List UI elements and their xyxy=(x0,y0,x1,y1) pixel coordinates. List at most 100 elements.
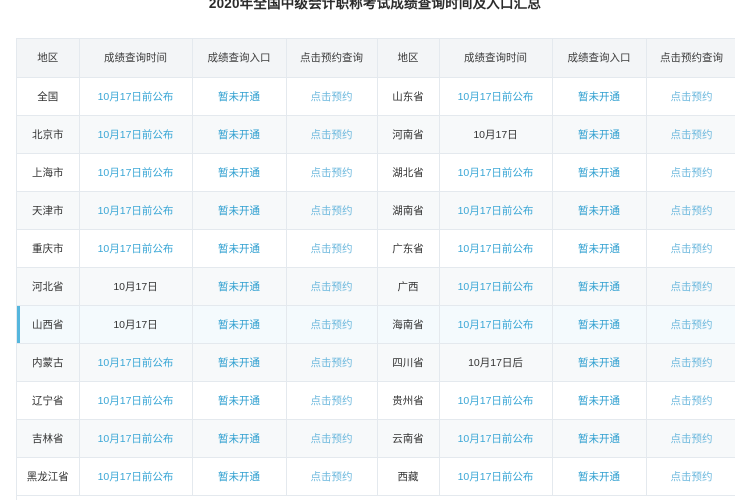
table-row[interactable]: 北京市 10月17日前公布 暂未开通 点击预约 河南省 10月17日 暂未开通 点击预约 xyxy=(17,115,735,154)
table-row[interactable]: 内蒙古 10月17日前公布 暂未开通 点击预约 四川省 10月17日后 暂未开通 点击预约 xyxy=(17,343,735,382)
cell-query-entry-link[interactable]: 暂未开通 xyxy=(192,343,287,382)
col-header-region-right: 地区 xyxy=(377,39,440,78)
cell-reserve-link[interactable]: 点击预约 xyxy=(286,419,378,458)
table-row[interactable]: 辽宁省 10月17日前公布 暂未开通 点击预约 贵州省 10月17日前公布 暂未开通 点击预约 xyxy=(17,381,735,420)
cell-query-time[interactable]: 10月17日前公布 xyxy=(439,305,553,344)
table-row[interactable]: 河北省 10月17日 暂未开通 点击预约 广西 10月17日前公布 暂未开通 点击预约 xyxy=(17,267,735,306)
cell-query-entry-link[interactable]: 暂未开通 xyxy=(192,267,287,306)
cell-query-time: 10月17日后 xyxy=(439,343,553,382)
table-row[interactable]: 山西省 10月17日 暂未开通 点击预约 海南省 10月17日前公布 暂未开通 点击预约 xyxy=(17,305,735,344)
cell-query-time[interactable]: 10月17日前公布 xyxy=(79,115,193,154)
cell-region: 上海市 xyxy=(17,153,80,192)
exam-score-query-table: 地区 成绩查询时间 成绩查询入口 点击预约查询 地区 成绩查询时间 成绩查询入口… xyxy=(17,39,735,496)
cell-reserve-link[interactable]: 点击预约 xyxy=(286,229,378,268)
cell-query-time[interactable]: 10月17日前公布 xyxy=(79,191,193,230)
cell-reserve-link[interactable]: 点击预约 xyxy=(646,267,735,306)
cell-region: 辽宁省 xyxy=(17,381,80,420)
table-row[interactable]: 上海市 10月17日前公布 暂未开通 点击预约 湖北省 10月17日前公布 暂未开通 点击预约 xyxy=(17,153,735,192)
cell-reserve-link[interactable]: 点击预约 xyxy=(646,229,735,268)
cell-region: 内蒙古 xyxy=(17,343,80,382)
cell-query-time[interactable]: 10月17日前公布 xyxy=(79,77,193,116)
cell-query-entry-link[interactable]: 暂未开通 xyxy=(192,229,287,268)
cell-reserve-link[interactable]: 点击预约 xyxy=(286,115,378,154)
cell-reserve-link[interactable]: 点击预约 xyxy=(646,457,735,496)
cell-query-time[interactable]: 10月17日前公布 xyxy=(439,267,553,306)
cell-query-entry-link[interactable]: 暂未开通 xyxy=(552,419,647,458)
table-row[interactable]: 全国 10月17日前公布 暂未开通 点击预约 山东省 10月17日前公布 暂未开通 点击预约 xyxy=(17,77,735,116)
cell-region: 西藏 xyxy=(377,457,440,496)
cell-query-entry-link[interactable]: 暂未开通 xyxy=(192,419,287,458)
cell-query-time[interactable]: 10月17日前公布 xyxy=(439,419,553,458)
cell-region: 重庆市 xyxy=(17,229,80,268)
cell-query-entry-link[interactable]: 暂未开通 xyxy=(192,153,287,192)
cell-region: 四川省 xyxy=(377,343,440,382)
cell-reserve-link[interactable]: 点击预约 xyxy=(646,419,735,458)
cell-query-time[interactable]: 10月17日前公布 xyxy=(439,229,553,268)
cell-region: 湖北省 xyxy=(377,153,440,192)
cell-reserve-link[interactable]: 点击预约 xyxy=(646,153,735,192)
cell-reserve-link[interactable]: 点击预约 xyxy=(286,153,378,192)
cell-region: 全国 xyxy=(17,77,80,116)
cell-query-entry-link[interactable]: 暂未开通 xyxy=(552,153,647,192)
col-header-query-time-left: 成绩查询时间 xyxy=(79,39,193,78)
cell-reserve-link[interactable]: 点击预约 xyxy=(286,77,378,116)
cell-query-entry-link[interactable]: 暂未开通 xyxy=(192,115,287,154)
cell-query-time[interactable]: 10月17日前公布 xyxy=(79,343,193,382)
cell-query-time[interactable]: 10月17日前公布 xyxy=(79,457,193,496)
cell-query-time[interactable]: 10月17日前公布 xyxy=(79,229,193,268)
cell-region: 云南省 xyxy=(377,419,440,458)
cell-region: 河南省 xyxy=(377,115,440,154)
cell-region: 广西 xyxy=(377,267,440,306)
cell-query-entry-link[interactable]: 暂未开通 xyxy=(192,381,287,420)
page-root: 2020年全国中级会计职称考试成绩查询时间及入口汇总 地区 成绩查询时间 成绩查… xyxy=(0,0,750,500)
cell-query-time[interactable]: 10月17日前公布 xyxy=(439,153,553,192)
cell-query-entry-link[interactable]: 暂未开通 xyxy=(552,115,647,154)
cell-query-entry-link[interactable]: 暂未开通 xyxy=(192,77,287,116)
table-row[interactable]: 黑龙江省 10月17日前公布 暂未开通 点击预约 西藏 10月17日前公布 暂未开通 点击预约 xyxy=(17,457,735,496)
cell-reserve-link[interactable]: 点击预约 xyxy=(646,77,735,116)
cell-reserve-link[interactable]: 点击预约 xyxy=(286,305,378,344)
cell-query-entry-link[interactable]: 暂未开通 xyxy=(552,229,647,268)
table-row[interactable]: 吉林省 10月17日前公布 暂未开通 点击预约 云南省 10月17日前公布 暂未开通 点击预约 xyxy=(17,419,735,458)
cell-query-entry-link[interactable]: 暂未开通 xyxy=(192,191,287,230)
cell-region: 贵州省 xyxy=(377,381,440,420)
cell-query-time[interactable]: 10月17日前公布 xyxy=(79,153,193,192)
cell-query-entry-link[interactable]: 暂未开通 xyxy=(552,381,647,420)
cell-reserve-link[interactable]: 点击预约 xyxy=(646,191,735,230)
cell-reserve-link[interactable]: 点击预约 xyxy=(646,305,735,344)
cell-query-entry-link[interactable]: 暂未开通 xyxy=(552,267,647,306)
table-row[interactable]: 重庆市 10月17日前公布 暂未开通 点击预约 广东省 10月17日前公布 暂未开通 点击预约 xyxy=(17,229,735,268)
cell-query-entry-link[interactable]: 暂未开通 xyxy=(192,305,287,344)
cell-region: 吉林省 xyxy=(17,419,80,458)
col-header-region-left: 地区 xyxy=(17,39,80,78)
cell-query-entry-link[interactable]: 暂未开通 xyxy=(552,191,647,230)
cell-query-entry-link[interactable]: 暂未开通 xyxy=(192,457,287,496)
cell-query-time[interactable]: 10月17日前公布 xyxy=(79,419,193,458)
cell-reserve-link[interactable]: 点击预约 xyxy=(286,267,378,306)
cell-region: 山西省 xyxy=(17,305,80,344)
cell-reserve-link[interactable]: 点击预约 xyxy=(286,381,378,420)
cell-reserve-link[interactable]: 点击预约 xyxy=(646,115,735,154)
cell-query-entry-link[interactable]: 暂未开通 xyxy=(552,77,647,116)
cell-reserve-link[interactable]: 点击预约 xyxy=(286,343,378,382)
cell-reserve-link[interactable]: 点击预约 xyxy=(286,457,378,496)
cell-region: 天津市 xyxy=(17,191,80,230)
col-header-query-entry-right: 成绩查询入口 xyxy=(552,39,647,78)
cell-reserve-link[interactable]: 点击预约 xyxy=(646,381,735,420)
cell-query-time[interactable]: 10月17日前公布 xyxy=(79,381,193,420)
cell-region: 海南省 xyxy=(377,305,440,344)
cell-query-time: 10月17日 xyxy=(79,305,193,344)
cell-query-entry-link[interactable]: 暂未开通 xyxy=(552,343,647,382)
cell-reserve-link[interactable]: 点击预约 xyxy=(646,343,735,382)
cell-query-time[interactable]: 10月17日前公布 xyxy=(439,77,553,116)
cell-query-time[interactable]: 10月17日前公布 xyxy=(439,457,553,496)
cell-reserve-link[interactable]: 点击预约 xyxy=(286,191,378,230)
results-table-container: 地区 成绩查询时间 成绩查询入口 点击预约查询 地区 成绩查询时间 成绩查询入口… xyxy=(16,38,735,500)
table-body: 全国 10月17日前公布 暂未开通 点击预约 山东省 10月17日前公布 暂未开通 点击预约北… xyxy=(17,77,735,496)
table-row[interactable]: 天津市 10月17日前公布 暂未开通 点击预约 湖南省 10月17日前公布 暂未开通 点击预约 xyxy=(17,191,735,230)
page-title: 2020年全国中级会计职称考试成绩查询时间及入口汇总 xyxy=(208,0,542,11)
cell-query-time[interactable]: 10月17日前公布 xyxy=(439,381,553,420)
cell-query-entry-link[interactable]: 暂未开通 xyxy=(552,457,647,496)
cell-query-entry-link[interactable]: 暂未开通 xyxy=(552,305,647,344)
cell-query-time[interactable]: 10月17日前公布 xyxy=(439,191,553,230)
